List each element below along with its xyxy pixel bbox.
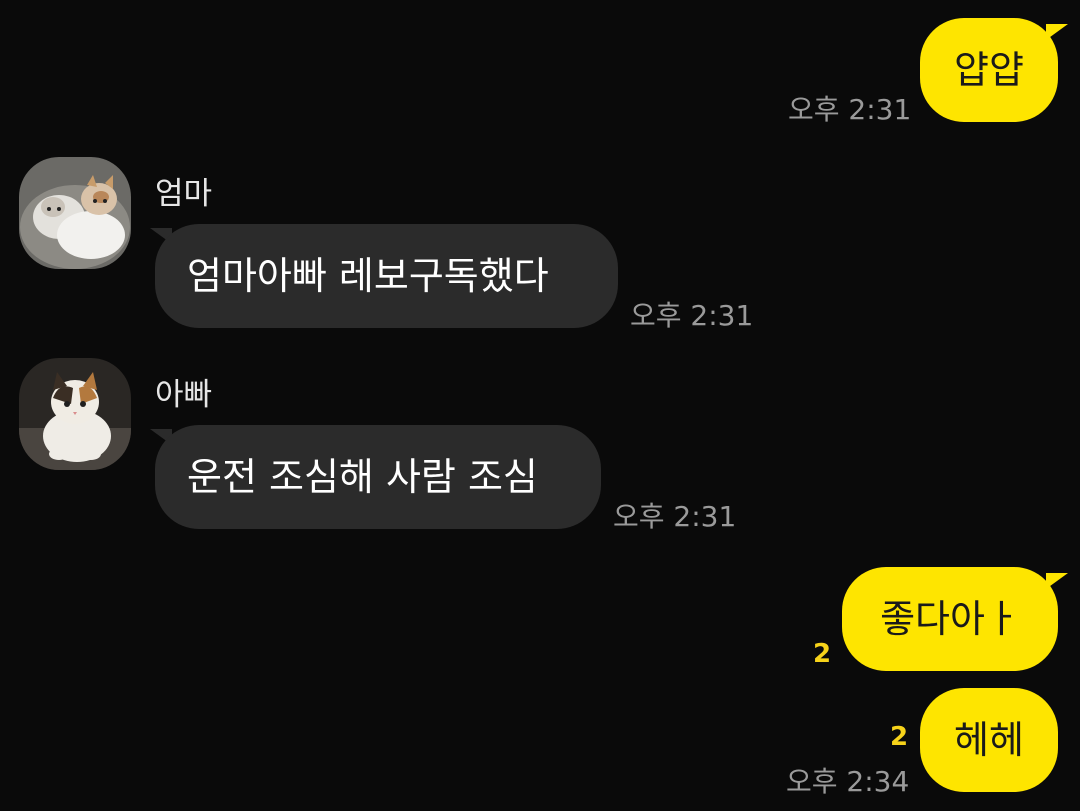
unread-count-badge: 2 bbox=[890, 722, 909, 752]
dad-avatar[interactable] bbox=[19, 358, 131, 470]
message-text: 운전 조심해 사람 조심 bbox=[187, 455, 538, 499]
received-message-bubble[interactable]: 운전 조심해 사람 조심 bbox=[155, 425, 601, 529]
bubble-tail bbox=[1046, 573, 1068, 589]
unread-count-badge: 2 bbox=[813, 639, 832, 669]
mom-avatar[interactable] bbox=[19, 157, 131, 269]
message-text: 얍얍 bbox=[954, 48, 1024, 92]
message-text: 좋다아ㅏ bbox=[880, 597, 1020, 641]
cat-calico-avatar-icon bbox=[19, 358, 131, 470]
chat-message-list: 얍얍 오후 2:31 엄마 엄마아빠 레보구독했다 오후 2:31 아빠 운전 … bbox=[0, 0, 1080, 811]
message-timestamp: 오후 2:34 bbox=[786, 765, 910, 798]
my-message-bubble[interactable]: 헤헤 bbox=[920, 688, 1058, 792]
my-message-bubble[interactable]: 좋다아ㅏ bbox=[842, 567, 1058, 671]
message-text: 엄마아빠 레보구독했다 bbox=[187, 254, 549, 298]
sender-name: 엄마 bbox=[155, 176, 213, 212]
message-text: 헤헤 bbox=[954, 718, 1024, 762]
received-message-bubble[interactable]: 엄마아빠 레보구독했다 bbox=[155, 224, 618, 328]
bubble-tail bbox=[1046, 24, 1068, 40]
message-timestamp: 오후 2:31 bbox=[630, 299, 754, 332]
cat-kittens-avatar-icon bbox=[19, 157, 131, 269]
message-timestamp: 오후 2:31 bbox=[788, 93, 912, 126]
sender-name: 아빠 bbox=[155, 377, 213, 413]
message-timestamp: 오후 2:31 bbox=[613, 500, 737, 533]
my-message-bubble[interactable]: 얍얍 bbox=[920, 18, 1058, 122]
